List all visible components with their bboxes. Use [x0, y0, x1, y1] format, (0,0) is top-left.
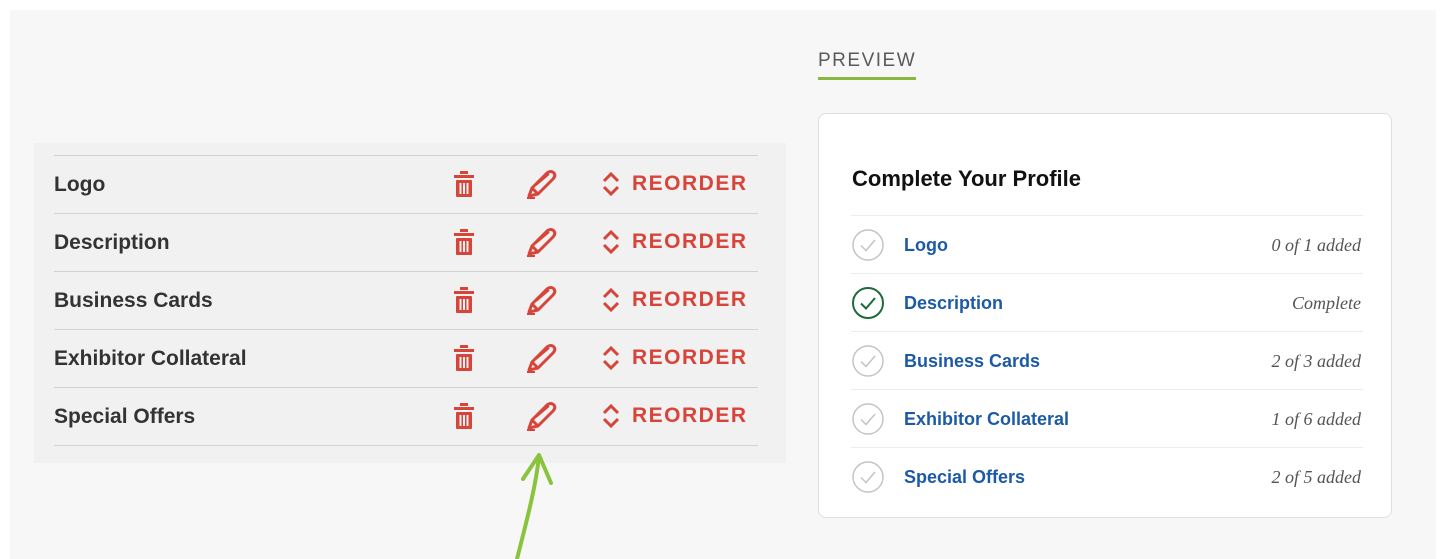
- check-circle-icon: [852, 461, 884, 493]
- check-circle-icon: [852, 403, 884, 435]
- reorder-label: REORDER: [632, 172, 748, 195]
- reorder-label: REORDER: [632, 346, 748, 369]
- pencil-icon: [527, 170, 557, 199]
- delete-button[interactable]: [450, 284, 478, 316]
- edit-button[interactable]: [524, 168, 558, 200]
- section-label: Description: [54, 231, 170, 254]
- check-circle-icon: [852, 229, 884, 261]
- section-row: Description REORDER: [54, 214, 758, 272]
- reorder-label: REORDER: [632, 230, 748, 253]
- section-row: Exhibitor Collateral REORDER: [54, 330, 758, 388]
- section-label: Exhibitor Collateral: [54, 347, 247, 370]
- trash-icon: [454, 287, 474, 313]
- checklist-status: Complete: [1292, 293, 1361, 313]
- section-label: Business Cards: [54, 289, 213, 312]
- section-label: Special Offers: [54, 405, 196, 428]
- reorder-label: REORDER: [632, 404, 748, 427]
- section-row: Special Offers REORDER: [54, 388, 758, 446]
- arrow-up-icon: [515, 453, 553, 559]
- edit-button[interactable]: [524, 284, 558, 316]
- checklist-item: Business Cards 2 of 3 added: [851, 332, 1363, 390]
- checklist-link[interactable]: Exhibitor Collateral: [904, 409, 1069, 430]
- chevron-up-down-icon: [602, 287, 620, 313]
- checklist-link[interactable]: Business Cards: [904, 351, 1040, 372]
- trash-icon: [454, 229, 474, 255]
- trash-icon: [454, 403, 474, 429]
- reorder-button[interactable]: REORDER: [602, 168, 762, 200]
- checklist-status: 2 of 5 added: [1271, 467, 1362, 487]
- checklist-link[interactable]: Logo: [904, 235, 948, 256]
- edit-button[interactable]: [524, 342, 558, 374]
- delete-button[interactable]: [450, 400, 478, 432]
- card-title: Complete Your Profile: [852, 166, 1082, 191]
- section-list: Logo REORDER Description REORDER Busines…: [54, 155, 758, 446]
- reorder-label: REORDER: [632, 288, 748, 311]
- section-row: Logo REORDER: [54, 156, 758, 214]
- reorder-button[interactable]: REORDER: [602, 284, 762, 316]
- delete-button[interactable]: [450, 168, 478, 200]
- checklist-item: Description Complete: [851, 274, 1363, 332]
- preview-heading: PREVIEW: [818, 50, 917, 80]
- check-circle-icon: [852, 345, 884, 377]
- delete-button[interactable]: [450, 342, 478, 374]
- checklist-link[interactable]: Special Offers: [904, 467, 1025, 488]
- delete-button[interactable]: [450, 226, 478, 258]
- trash-icon: [454, 345, 474, 371]
- trash-icon: [454, 171, 474, 197]
- chevron-up-down-icon: [602, 403, 620, 429]
- reorder-button[interactable]: REORDER: [602, 226, 762, 258]
- reorder-button[interactable]: REORDER: [602, 342, 762, 374]
- chevron-up-down-icon: [602, 345, 620, 371]
- section-label: Logo: [54, 173, 106, 196]
- check-circle-icon: [852, 287, 884, 319]
- checklist-item: Logo 0 of 1 added: [851, 216, 1363, 274]
- profile-completion-card: Complete Your Profile Logo 0 of 1 added …: [818, 113, 1392, 518]
- pencil-icon: [527, 286, 557, 315]
- checklist-item: Special Offers 2 of 5 added: [851, 448, 1363, 505]
- checklist-status: 1 of 6 added: [1271, 409, 1362, 429]
- pencil-icon: [527, 402, 557, 431]
- checklist-status: 2 of 3 added: [1271, 351, 1362, 371]
- edit-button[interactable]: [524, 226, 558, 258]
- pencil-icon: [527, 228, 557, 257]
- profile-checklist: Logo 0 of 1 added Description Complete B…: [851, 215, 1363, 505]
- checklist-item: Exhibitor Collateral 1 of 6 added: [851, 390, 1363, 448]
- checklist-link[interactable]: Description: [904, 293, 1003, 314]
- chevron-up-down-icon: [602, 229, 620, 255]
- pencil-icon: [527, 344, 557, 373]
- chevron-up-down-icon: [602, 171, 620, 197]
- checklist-status: 0 of 1 added: [1271, 235, 1362, 255]
- reorder-button[interactable]: REORDER: [602, 400, 762, 432]
- edit-button[interactable]: [524, 400, 558, 432]
- section-row: Business Cards REORDER: [54, 272, 758, 330]
